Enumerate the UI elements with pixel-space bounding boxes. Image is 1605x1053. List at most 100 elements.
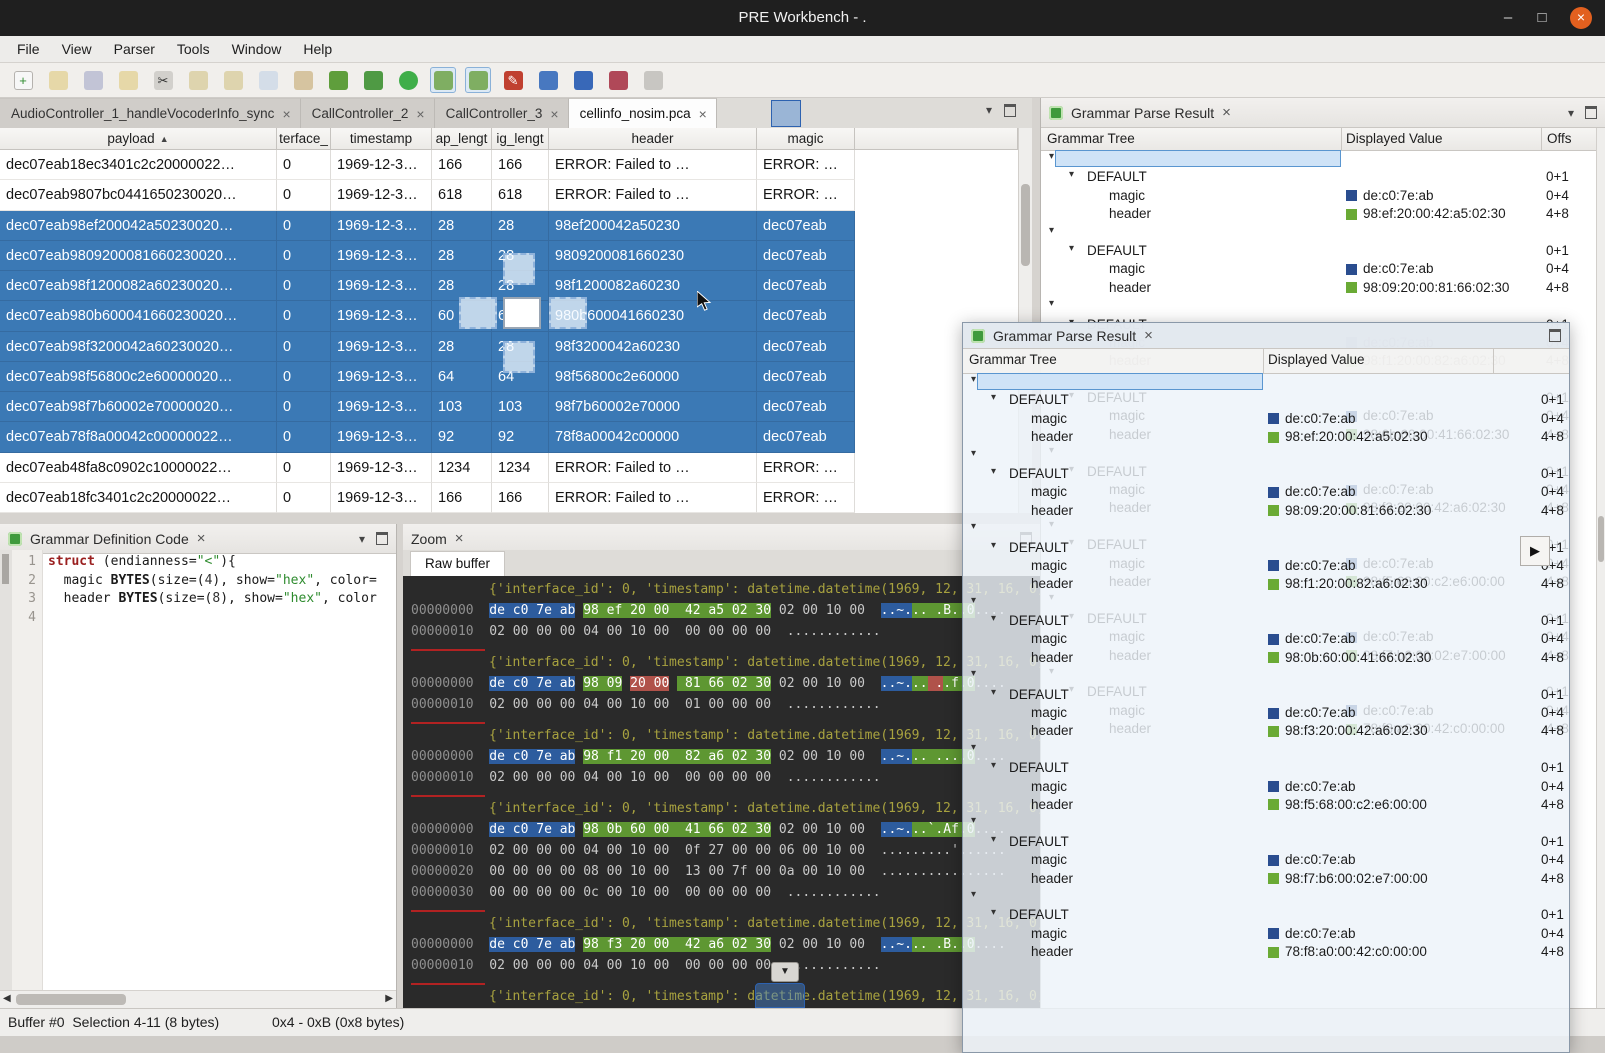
menu-window[interactable]: Window: [221, 38, 293, 60]
paste-button[interactable]: [220, 67, 246, 93]
hex-line[interactable]: 00000020 00 00 00 00 08 00 10 00 13 00 7…: [411, 864, 1040, 885]
hex-line[interactable]: 00000000 de c0 7e ab 98 09 20 00 81 66 0…: [411, 676, 1040, 697]
scroll-right-button[interactable]: ▶: [1520, 536, 1550, 566]
dock-guide-left[interactable]: [459, 297, 497, 329]
tree-row-packet[interactable]: ▾: [963, 888, 1569, 906]
menu-help[interactable]: Help: [292, 38, 343, 60]
code-editor[interactable]: 1struct (endianness="<"){2 magic BYTES(s…: [12, 554, 396, 990]
hex-line[interactable]: 00000010 02 00 00 00 04 00 10 00 00 00 0…: [411, 624, 1040, 645]
panel-menu-icon[interactable]: ▾: [359, 532, 365, 546]
floating-grammar-parse-result[interactable]: Grammar Parse Result × Grammar Tree Disp…: [962, 322, 1570, 1053]
tab-list-dropdown-icon[interactable]: ▾: [986, 103, 992, 117]
import-button[interactable]: [115, 67, 141, 93]
tab-raw-buffer[interactable]: Raw buffer: [410, 551, 505, 576]
menu-parser[interactable]: Parser: [103, 38, 166, 60]
horizontal-splitter[interactable]: [0, 513, 1040, 524]
tree-row-magic[interactable]: magicde:c0:7e:ab0+4: [963, 851, 1569, 869]
tree-row-struct[interactable]: ▾DEFAULT0+1: [1041, 168, 1605, 186]
tree-row-struct[interactable]: ▾DEFAULT0+1: [963, 612, 1569, 630]
tab-callcontroller-3[interactable]: CallController_3×: [435, 98, 569, 128]
menu-file[interactable]: File: [6, 38, 51, 60]
column-header-ig-lengt[interactable]: ig_lengt: [492, 128, 549, 150]
expander-icon[interactable]: ▾: [971, 668, 976, 679]
column-displayed-value[interactable]: Displayed Value: [1346, 131, 1443, 146]
hex-line[interactable]: 00000000 de c0 7e ab 98 0b 60 00 41 66 0…: [411, 822, 1040, 843]
scroll-right-icon[interactable]: ▶: [385, 993, 393, 1004]
column-header-magic[interactable]: magic: [757, 128, 855, 150]
tree-row-header[interactable]: header98:f1:20:00:82:a6:02:304+8: [963, 575, 1569, 593]
packet-row[interactable]: dec07eab78f8a00042c00000022…01969-12-3…9…: [0, 422, 1018, 452]
minimize-button[interactable]: –: [1495, 6, 1521, 30]
expander-icon[interactable]: ▾: [991, 834, 996, 845]
tree-row-header[interactable]: header98:ef:20:00:42:a5:02:304+8: [1041, 205, 1605, 223]
scrollbar-thumb[interactable]: [1598, 516, 1604, 562]
maximize-button[interactable]: □: [1529, 6, 1555, 30]
inspect-button[interactable]: [570, 67, 596, 93]
tree-row-struct[interactable]: ▾DEFAULT0+1: [1041, 242, 1605, 260]
expander-icon[interactable]: ▾: [991, 613, 996, 624]
hex-line[interactable]: 00000010 02 00 00 00 04 00 10 00 0f 27 0…: [411, 843, 1040, 864]
expander-icon[interactable]: ▾: [1049, 298, 1054, 309]
expander-icon[interactable]: ▾: [971, 889, 976, 900]
code-line[interactable]: 1struct (endianness="<"){: [12, 554, 396, 573]
tree-row-struct[interactable]: ▾DEFAULT0+1: [963, 906, 1569, 924]
expander-icon[interactable]: ▾: [991, 392, 996, 403]
packet-row[interactable]: dec07eab9807bc0441650230020…01969-12-3…6…: [0, 180, 1018, 210]
column-offset[interactable]: Offs: [1547, 131, 1572, 146]
parse-panel-scrollbar[interactable]: [1596, 128, 1605, 1008]
scroll-down-indicator[interactable]: ▼: [771, 962, 799, 982]
record-button[interactable]: [395, 67, 421, 93]
hex-line[interactable]: 00000010 02 00 00 00 04 00 10 00 00 00 0…: [411, 770, 1040, 791]
tree-row-magic[interactable]: magicde:c0:7e:ab0+4: [963, 410, 1569, 428]
window-new-button[interactable]: [535, 67, 561, 93]
annotate-button[interactable]: ✎: [500, 67, 526, 93]
packet-row[interactable]: dec07eab98ef200042a50230020…01969-12-3…2…: [0, 211, 1018, 241]
preview-button[interactable]: [255, 67, 281, 93]
scrollbar-thumb[interactable]: [16, 994, 126, 1005]
capture-button[interactable]: [325, 67, 351, 93]
menu-view[interactable]: View: [51, 38, 103, 60]
tree-row-struct[interactable]: ▾DEFAULT0+1: [963, 465, 1569, 483]
save-file-button[interactable]: [80, 67, 106, 93]
close-button[interactable]: ×: [1570, 7, 1592, 29]
dock-guide-top[interactable]: [503, 253, 535, 285]
code-line[interactable]: 2 magic BYTES(size=(4), show="hex", colo…: [12, 573, 396, 592]
tree-row-struct[interactable]: ▾DEFAULT0+1: [963, 833, 1569, 851]
scroll-left-icon[interactable]: ◀: [3, 993, 11, 1004]
tab-audiocontroller-1-handlevocoderinfo-sync[interactable]: AudioController_1_handleVocoderInfo_sync…: [0, 98, 301, 128]
tree-row-struct[interactable]: ▾DEFAULT0+1: [963, 759, 1569, 777]
tree-row-header[interactable]: header98:0b:60:00:41:66:02:304+8: [963, 649, 1569, 667]
dock-guide-center[interactable]: [503, 297, 541, 329]
tab-close-icon[interactable]: ×: [550, 106, 558, 122]
window-titlebar[interactable]: PRE Workbench - . – □ ×: [0, 0, 1605, 36]
parser-debug-button[interactable]: [465, 67, 491, 93]
packet-row[interactable]: dec07eab18fc3401c2c20000022…01969-12-3…1…: [0, 483, 1018, 513]
scrollbar-thumb[interactable]: [2, 554, 9, 584]
scrollbar-thumb[interactable]: [1021, 184, 1030, 266]
tree-row-magic[interactable]: magicde:c0:7e:ab0+4: [963, 483, 1569, 501]
tree-row-header[interactable]: header98:f5:68:00:c2:e6:00:004+8: [963, 796, 1569, 814]
hex-dump-view[interactable]: {'interface_id': 0, 'timestamp': datetim…: [403, 576, 1040, 1008]
expander-icon[interactable]: ▾: [971, 595, 976, 606]
packet-row[interactable]: dec07eab18ec3401c2c20000022…01969-12-3…1…: [0, 150, 1018, 180]
float-panel-icon[interactable]: [1004, 104, 1016, 117]
sync-user-button[interactable]: [290, 67, 316, 93]
tree-row-header[interactable]: header98:f3:20:00:42:a6:02:304+8: [963, 722, 1569, 740]
tree-row-packet[interactable]: ▾: [963, 373, 1569, 391]
panel-titlebar[interactable]: Grammar Parse Result ×: [963, 323, 1569, 349]
expander-icon[interactable]: ▾: [971, 374, 976, 385]
tree-row-header[interactable]: header78:f8:a0:00:42:c0:00:004+8: [963, 943, 1569, 961]
column-grammar-tree[interactable]: Grammar Tree: [969, 352, 1057, 367]
hex-line[interactable]: 00000030 00 00 00 00 0c 00 10 00 00 00 0…: [411, 885, 1040, 906]
tree-row-packet[interactable]: ▾: [963, 741, 1569, 759]
tab-close-icon[interactable]: ×: [282, 106, 290, 122]
tree-row-header[interactable]: header98:09:20:00:81:66:02:304+8: [963, 502, 1569, 520]
packet-row[interactable]: dec07eab98f7b60002e70000020…01969-12-3…1…: [0, 392, 1018, 422]
panel-menu-icon[interactable]: ▾: [1568, 106, 1574, 120]
column-header-terface-[interactable]: terface_: [277, 128, 331, 150]
code-horizontal-scrollbar[interactable]: ◀ ▶: [0, 990, 396, 1008]
tab-close-icon[interactable]: ×: [699, 106, 707, 122]
close-panel-icon[interactable]: ×: [1222, 104, 1231, 121]
hex-line[interactable]: 00000000 de c0 7e ab 98 ef 20 00 42 a5 0…: [411, 603, 1040, 624]
tree-row-struct[interactable]: ▾DEFAULT0+1: [963, 391, 1569, 409]
